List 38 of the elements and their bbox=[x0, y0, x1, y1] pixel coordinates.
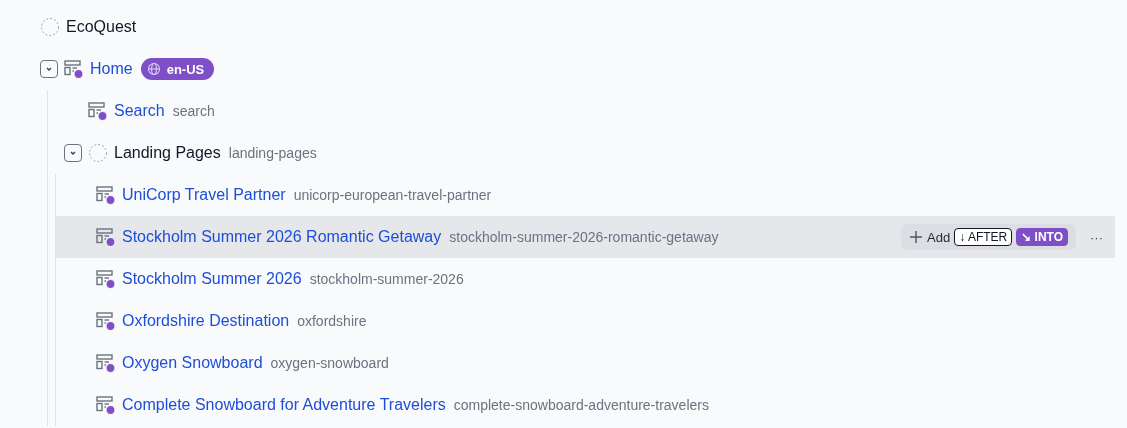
page-link[interactable]: Home bbox=[90, 60, 133, 78]
add-button[interactable]: Add bbox=[909, 229, 951, 245]
page-slug: stockholm-summer-2026 bbox=[309, 271, 464, 287]
page-slug: search bbox=[172, 103, 215, 119]
page-slug: oxfordshire bbox=[297, 313, 367, 329]
page-icon bbox=[64, 59, 84, 79]
add-after-button[interactable]: ↓ AFTER bbox=[954, 228, 1013, 246]
page-icon bbox=[96, 269, 116, 289]
more-button[interactable]: ··· bbox=[1086, 229, 1107, 245]
folder-title[interactable]: EcoQuest bbox=[66, 18, 137, 36]
expand-toggle[interactable] bbox=[40, 60, 58, 78]
page-slug: unicorp-european-travel-partner bbox=[293, 187, 492, 203]
dashed-circle-icon bbox=[40, 17, 60, 37]
locale-badge: en-US bbox=[140, 58, 215, 80]
page-slug: stockholm-summer-2026-romantic-getaway bbox=[449, 229, 719, 245]
folder-title[interactable]: Landing Pages bbox=[114, 144, 221, 162]
page-link[interactable]: Oxfordshire Destination bbox=[122, 312, 290, 330]
add-into-button[interactable]: ↘ INTO bbox=[1016, 228, 1068, 246]
page-icon bbox=[96, 311, 116, 331]
page-link[interactable]: Search bbox=[114, 102, 165, 120]
expand-toggle[interactable] bbox=[64, 144, 82, 162]
page-icon bbox=[88, 101, 108, 121]
globe-icon bbox=[146, 62, 161, 76]
page-slug: landing-pages bbox=[228, 145, 317, 161]
page-link[interactable]: Stockholm Summer 2026 Romantic Getaway bbox=[122, 228, 442, 246]
page-link[interactable]: Oxygen Snowboard bbox=[122, 354, 263, 372]
page-link[interactable]: UniCorp Travel Partner bbox=[122, 186, 286, 204]
page-icon bbox=[96, 227, 116, 247]
page-slug: complete-snowboard-adventure-travelers bbox=[453, 397, 709, 413]
page-slug: oxygen-snowboard bbox=[270, 355, 389, 371]
plus-icon bbox=[909, 230, 924, 244]
dashed-circle-icon bbox=[88, 143, 108, 163]
page-icon bbox=[96, 395, 116, 415]
page-icon bbox=[96, 185, 116, 205]
page-link[interactable]: Stockholm Summer 2026 bbox=[122, 270, 302, 288]
page-icon bbox=[96, 353, 116, 373]
highlighted-row[interactable]: Stockholm Summer 2026 Romantic Getaway stockholm-summer-2026-romantic-getaway Add ↓ AFTER ↘ INTO ··· bbox=[56, 216, 1115, 258]
page-link[interactable]: Complete Snowboard for Adventure Travelers bbox=[122, 396, 446, 414]
